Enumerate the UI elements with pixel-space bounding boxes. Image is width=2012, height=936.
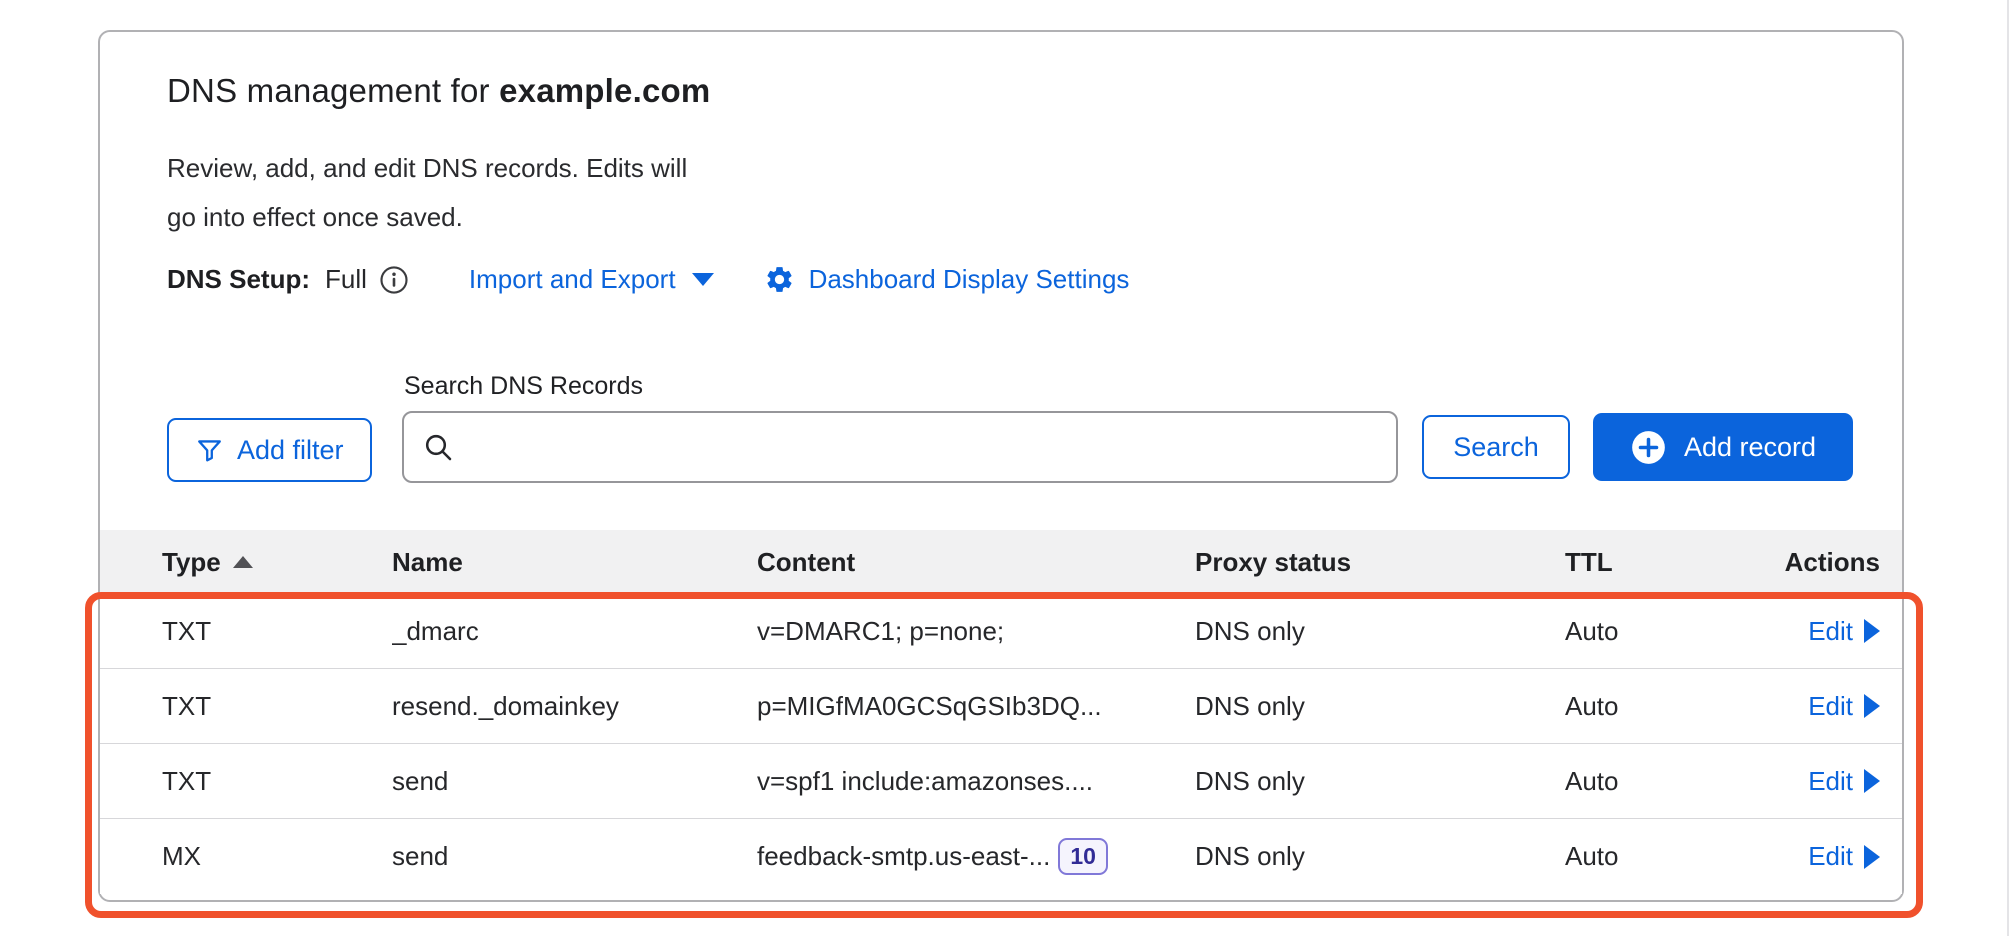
edit-label: Edit [1808, 841, 1853, 872]
priority-badge: 10 [1058, 838, 1108, 875]
cell-type: MX [162, 841, 392, 872]
page-subtitle-line1: Review, add, and edit DNS records. Edits… [167, 144, 687, 193]
search-box [402, 411, 1398, 483]
cell-proxy-status: DNS only [1195, 691, 1565, 722]
cell-content: p=MIGfMA0GCSqGSIb3DQ... [757, 691, 1195, 722]
dns-setup-row: DNS Setup: Full Import and Export Dashbo… [167, 264, 1129, 295]
cell-content-text: feedback-smtp.us-east-... [757, 841, 1050, 872]
page-title: DNS management for example.com [167, 72, 710, 110]
edit-record-link[interactable]: Edit [1808, 841, 1880, 872]
cell-content-text: p=MIGfMA0GCSqGSIb3DQ... [757, 691, 1102, 722]
dns-management-card: DNS management for example.com Review, a… [98, 30, 1904, 902]
dns-setup-value: Full [325, 264, 367, 295]
search-icon [422, 431, 454, 463]
cell-ttl: Auto [1565, 691, 1765, 722]
table-row: TXT _dmarc v=DMARC1; p=none; DNS only Au… [100, 594, 1902, 669]
edit-label: Edit [1808, 691, 1853, 722]
table-row: TXT resend._domainkey p=MIGfMA0GCSqGSIb3… [100, 669, 1902, 744]
cell-name: resend._domainkey [392, 691, 757, 722]
column-header-type-label: Type [162, 547, 221, 578]
info-circle-icon[interactable] [379, 265, 409, 295]
cell-name: send [392, 841, 757, 872]
table-row: MX send feedback-smtp.us-east-... 10 DNS… [100, 819, 1902, 894]
cell-ttl: Auto [1565, 841, 1765, 872]
column-header-proxy-status: Proxy status [1195, 547, 1565, 578]
import-export-label: Import and Export [469, 264, 676, 295]
table-row: TXT send v=spf1 include:amazonses.... DN… [100, 744, 1902, 819]
edit-label: Edit [1808, 766, 1853, 797]
edit-arrow-icon [1864, 845, 1880, 869]
add-record-button[interactable]: Add record [1593, 413, 1853, 481]
edit-record-link[interactable]: Edit [1808, 616, 1880, 647]
dashboard-display-settings-link[interactable]: Dashboard Display Settings [809, 264, 1130, 295]
search-field-label: Search DNS Records [404, 372, 643, 401]
viewport-edge-line [2007, 0, 2009, 936]
cell-proxy-status: DNS only [1195, 616, 1565, 647]
add-record-label: Add record [1684, 432, 1816, 463]
edit-record-link[interactable]: Edit [1808, 766, 1880, 797]
sort-ascending-icon [233, 556, 253, 568]
edit-record-link[interactable]: Edit [1808, 691, 1880, 722]
edit-label: Edit [1808, 616, 1853, 647]
plus-circle-icon [1630, 429, 1667, 466]
gear-icon [764, 264, 795, 295]
cell-content: v=spf1 include:amazonses.... [757, 766, 1195, 797]
cell-content: feedback-smtp.us-east-... 10 [757, 838, 1195, 875]
add-filter-label: Add filter [237, 435, 344, 466]
cell-content-text: v=DMARC1; p=none; [757, 616, 1004, 647]
add-filter-button[interactable]: Add filter [167, 418, 372, 482]
column-header-type[interactable]: Type [162, 547, 392, 578]
filter-funnel-icon [195, 436, 224, 465]
column-header-name: Name [392, 547, 757, 578]
cell-actions: Edit [1765, 691, 1880, 722]
page-subtitle-line2: go into effect once saved. [167, 193, 687, 242]
cell-type: TXT [162, 616, 392, 647]
chevron-down-icon [692, 273, 714, 286]
cell-type: TXT [162, 766, 392, 797]
edit-arrow-icon [1864, 694, 1880, 718]
table-body: TXT _dmarc v=DMARC1; p=none; DNS only Au… [100, 594, 1902, 894]
dns-records-table: Type Name Content Proxy status TTL Actio… [100, 530, 1902, 894]
cell-proxy-status: DNS only [1195, 841, 1565, 872]
column-header-content: Content [757, 547, 1195, 578]
dns-setup-label: DNS Setup: [167, 264, 310, 295]
edit-arrow-icon [1864, 769, 1880, 793]
cell-content: v=DMARC1; p=none; [757, 616, 1195, 647]
cell-actions: Edit [1765, 841, 1880, 872]
page-subtitle: Review, add, and edit DNS records. Edits… [167, 144, 687, 242]
cell-actions: Edit [1765, 766, 1880, 797]
page-title-prefix: DNS management for [167, 72, 499, 109]
search-button[interactable]: Search [1422, 415, 1570, 479]
column-header-actions: Actions [1765, 547, 1880, 578]
import-export-dropdown[interactable]: Import and Export [469, 264, 714, 295]
dns-management-page: DNS management for example.com Review, a… [0, 0, 2012, 936]
table-header-row: Type Name Content Proxy status TTL Actio… [100, 530, 1902, 594]
cell-content-text: v=spf1 include:amazonses.... [757, 766, 1093, 797]
column-header-ttl: TTL [1565, 547, 1765, 578]
search-input[interactable] [466, 413, 1378, 481]
cell-name: send [392, 766, 757, 797]
edit-arrow-icon [1864, 619, 1880, 643]
cell-ttl: Auto [1565, 616, 1765, 647]
cell-actions: Edit [1765, 616, 1880, 647]
cell-ttl: Auto [1565, 766, 1765, 797]
cell-name: _dmarc [392, 616, 757, 647]
page-title-domain: example.com [499, 72, 710, 109]
cell-type: TXT [162, 691, 392, 722]
cell-proxy-status: DNS only [1195, 766, 1565, 797]
